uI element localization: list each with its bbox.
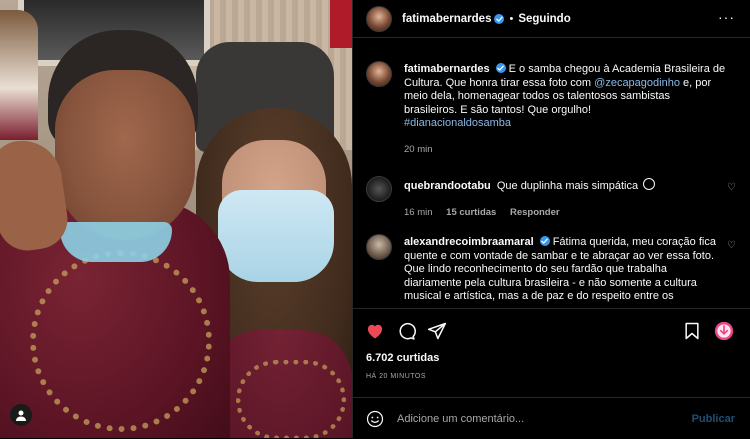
comments-list: fatimabernardes E o samba chegou à Acade… [353,38,750,308]
comment-time[interactable]: 20 min [404,144,433,155]
paper-plane-icon[interactable] [427,321,447,341]
post-side-panel: fatimabernardes • Seguindo ··· fatimaber… [352,0,750,438]
comment-meta: 20 min [404,143,726,157]
comment-meta: 16 min 15 curtidas Responder [404,206,726,220]
avatar[interactable] [366,5,392,32]
header-username[interactable]: fatimabernardes [402,13,491,25]
list-item: quebrandootabu Que duplinha mais simpáti… [366,176,740,220]
comment-username[interactable]: quebrandootabu [404,180,491,192]
avatar[interactable] [366,234,392,260]
heart-filled-icon[interactable] [365,321,385,341]
reply-button[interactable]: Responder [510,207,560,218]
post-timestamp[interactable]: HÁ 20 MINUTOS [366,373,426,380]
publish-button[interactable]: Publicar [692,413,735,425]
comment-bubble-icon[interactable] [396,321,416,341]
instagram-post-view: fatimabernardes • Seguindo ··· fatimaber… [0,0,750,438]
like-comment-heart-icon[interactable]: ♡ [727,182,736,193]
download-arrow-icon[interactable] [714,321,734,341]
header-separator: • [509,12,514,25]
comment-input[interactable]: Adicione um comentário... [397,413,692,425]
comment-text: Que duplinha mais simpática [496,180,639,192]
hashtag-link[interactable]: #dianacionaldosamba [404,117,511,129]
add-comment-bar: Adicione um comentário... Publicar [353,397,750,439]
emoji-smiley-icon[interactable] [366,410,384,428]
post-header: fatimabernardes • Seguindo ··· [353,0,750,38]
verified-badge-icon [539,236,550,246]
comment-likes[interactable]: 15 curtidas [446,207,496,218]
smiley-emoji-icon [643,178,656,190]
like-comment-heart-icon[interactable]: ♡ [727,240,736,251]
avatar[interactable] [366,176,392,202]
post-photo[interactable] [0,0,352,438]
user-tag-icon[interactable] [10,404,32,426]
more-dots-icon[interactable]: ··· [718,10,735,24]
likes-count[interactable]: 6.702 curtidas [366,352,439,364]
comment-username[interactable]: alexandrecoimbraamaral [404,236,534,248]
verified-badge-icon [494,13,505,24]
mention-link[interactable]: @zecapagodinho [594,77,680,89]
verified-badge-icon [495,63,506,73]
caption-comment: fatimabernardes E o samba chegou à Acade… [366,61,740,157]
following-button[interactable]: Seguindo [518,13,570,25]
action-bar [353,308,750,351]
avatar[interactable] [366,61,392,87]
list-item: alexandrecoimbraamaral Fátima querida, m… [366,234,740,304]
comment-username[interactable]: fatimabernardes [404,63,490,75]
bookmark-icon[interactable] [682,321,702,341]
comment-time[interactable]: 16 min [404,207,433,218]
